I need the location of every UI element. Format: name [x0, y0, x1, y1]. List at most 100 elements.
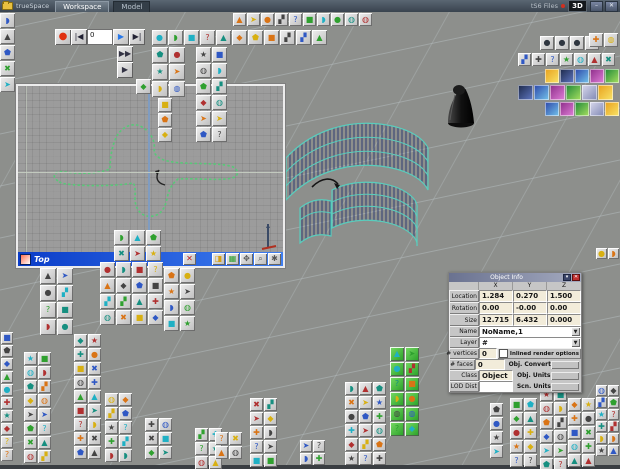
tool-icon[interactable]: ●	[555, 36, 569, 50]
tool-icon[interactable]: ▞	[195, 428, 208, 441]
location-x-field[interactable]: 1.284	[479, 290, 513, 302]
tool-icon[interactable]: ✚	[74, 432, 87, 445]
close-window-button[interactable]: ✕	[605, 0, 618, 12]
inlined-render-options-checkbox[interactable]	[498, 349, 508, 358]
tool-icon[interactable]: ◗	[164, 300, 179, 315]
tool-icon[interactable]: ⬟	[359, 410, 372, 423]
tool-icon[interactable]: ◍	[24, 450, 37, 463]
tool-icon[interactable]: ✚	[1, 397, 13, 409]
tool-icon[interactable]: ✖	[116, 310, 131, 325]
tool-icon[interactable]: ◍	[574, 53, 587, 66]
view-move-button[interactable]: ✥	[240, 253, 253, 265]
minimize-panel-button[interactable]: ▾	[563, 274, 571, 281]
tool-icon[interactable]: ⬟	[540, 416, 553, 429]
tool-icon[interactable]: ◆	[136, 79, 151, 94]
tool-icon[interactable]: ▞	[105, 407, 118, 420]
tool-icon[interactable]: ◗	[390, 392, 404, 406]
tool-icon[interactable]: ●	[490, 417, 503, 430]
tool-icon[interactable]: ?	[524, 454, 537, 467]
chevron-down-icon[interactable]: ▼	[571, 327, 580, 336]
tool-icon[interactable]: ◆	[405, 422, 419, 436]
tool-icon[interactable]: ◗	[212, 63, 227, 78]
tool-icon[interactable]: ⬟	[164, 268, 179, 283]
tool-icon[interactable]: ✚	[568, 412, 581, 425]
tool-icon[interactable]: ▲	[390, 347, 404, 361]
rotation-y-field[interactable]: -0.00	[513, 302, 547, 314]
tool-icon[interactable]: ◗	[105, 449, 118, 462]
tool-icon[interactable]: ◍	[38, 394, 51, 407]
tool-icon[interactable]: ●	[88, 348, 101, 361]
tool-icon[interactable]: ⬟	[373, 438, 386, 451]
object-info-titlebar[interactable]: Object Info ▾ ✕	[449, 273, 581, 282]
files-label[interactable]: tS6 Files	[531, 2, 558, 10]
tool-icon[interactable]: ⬟	[24, 422, 37, 435]
tool-icon[interactable]: ▞	[405, 362, 419, 376]
tool-icon[interactable]: ▞	[116, 294, 131, 309]
tool-icon[interactable]: ⬟	[608, 397, 619, 408]
tool-icon[interactable]: ?	[200, 30, 215, 45]
obj-units-button[interactable]	[551, 371, 579, 380]
tool-icon[interactable]: ✖	[145, 432, 158, 445]
tool-icon[interactable]: ➤	[212, 111, 227, 126]
tool-icon[interactable]: ◍	[196, 63, 211, 78]
tool-icon[interactable]: ◍	[359, 13, 372, 26]
tool-icon[interactable]: ➤	[490, 445, 503, 458]
tool-icon[interactable]: ◆	[148, 310, 163, 325]
tool-icon[interactable]: ➤	[38, 408, 51, 421]
tool-icon[interactable]: ★	[105, 421, 118, 434]
tool-icon[interactable]	[534, 85, 549, 100]
tool-icon[interactable]: ✖	[0, 61, 15, 76]
tab-model[interactable]: Model	[113, 1, 151, 12]
tool-icon[interactable]: ●	[152, 30, 167, 45]
tool-icon[interactable]: ▲	[524, 412, 537, 425]
tool-icon[interactable]: ▲	[74, 390, 87, 403]
tool-icon[interactable]: ▲	[588, 53, 601, 66]
tool-icon[interactable]: ●	[57, 319, 73, 335]
tool-icon[interactable]: ➤	[554, 444, 567, 457]
tool-icon[interactable]: ●	[169, 47, 185, 63]
tool-icon[interactable]: ?	[119, 421, 132, 434]
location-y-field[interactable]: 0.270	[513, 290, 547, 302]
go-to-end-button[interactable]: ▶|	[129, 29, 145, 45]
tool-icon[interactable]	[566, 85, 581, 100]
tool-icon[interactable]: ?	[215, 432, 228, 445]
tool-icon[interactable]: ■	[159, 432, 172, 445]
tool-icon[interactable]: ⬟	[146, 230, 161, 245]
tool-icon[interactable]: ▞	[264, 398, 277, 411]
tool-icon[interactable]: ?	[554, 458, 567, 469]
tool-icon[interactable]: ◗	[608, 433, 619, 444]
tool-icon[interactable]: ◍	[554, 430, 567, 443]
close-panel-button[interactable]: ✕	[572, 274, 580, 281]
tool-icon[interactable]: ★	[596, 445, 607, 456]
tool-icon[interactable]: ⬟	[524, 398, 537, 411]
tool-icon[interactable]: ✚	[596, 421, 607, 432]
tool-icon[interactable]: ◆	[568, 398, 581, 411]
tool-icon[interactable]: ➤	[250, 412, 263, 425]
tool-icon[interactable]: ◆	[345, 438, 358, 451]
tool-icon[interactable]: ■	[132, 262, 147, 277]
go-to-start-button[interactable]: |◀	[71, 29, 87, 45]
tool-icon[interactable]: ◗	[114, 230, 129, 245]
tool-icon[interactable]: ?	[195, 442, 208, 455]
tool-icon[interactable]: ➤	[359, 396, 372, 409]
view-zoom-button[interactable]: ⌕	[254, 253, 267, 265]
minimize-window-button[interactable]: –	[590, 0, 603, 12]
tool-icon[interactable]: ◆	[608, 385, 619, 396]
tool-icon[interactable]: ➤	[0, 77, 15, 92]
tool-icon[interactable]: ◆	[24, 394, 37, 407]
tool-icon[interactable]: ✖	[88, 362, 101, 375]
play-button[interactable]: ▶	[113, 29, 129, 45]
tool-icon[interactable]: ➤	[196, 111, 211, 126]
tool-icon[interactable]: ●	[261, 13, 274, 26]
tool-icon[interactable]	[545, 102, 559, 116]
tool-icon[interactable]	[545, 69, 559, 83]
tool-icon[interactable]: ?	[359, 452, 372, 465]
tool-icon[interactable]: ▲	[582, 454, 595, 467]
tool-icon[interactable]: ▲	[1, 371, 13, 383]
tool-icon[interactable]: ✚	[88, 376, 101, 389]
tool-icon[interactable]: ★	[490, 431, 503, 444]
tool-icon[interactable]: ⬟	[196, 79, 211, 94]
tool-icon[interactable]: ➤	[130, 246, 145, 261]
tool-icon[interactable]: ✚	[532, 53, 545, 66]
tool-icon[interactable]: ▞	[100, 294, 115, 309]
